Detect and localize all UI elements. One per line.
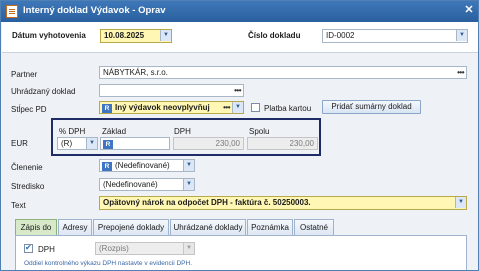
tab-poznamka[interactable]: Poznámka [247,219,293,235]
base-r-badge: R [103,140,113,149]
column-dropdown-icon[interactable]: ▼ [232,102,243,113]
r-badge: R [102,104,112,113]
paid-doc-label: Uhrádzaný doklad [11,87,76,96]
tab-adresy[interactable]: Adresy [58,219,92,235]
tab-pane-zapis-do: DPH (Rozpis) ▼ Oddiel kontrolného výkazu… [15,235,467,270]
division-r-badge: R [102,162,112,171]
vat-amount-header: DPH [174,127,191,136]
docnum-label: Číslo dokladu [248,31,301,40]
center-value: (Nedefinované) [103,180,158,189]
docnum-dropdown-icon[interactable]: ▼ [456,30,467,41]
partner-label: Partner [11,70,38,79]
paid-doc-browse-icon[interactable]: ••• [234,85,241,96]
column-value: Iný výdavok neovplyvňuj [115,103,210,112]
document-icon [6,5,18,18]
paid-doc-field[interactable]: ••• [99,84,244,97]
date-field[interactable]: 10.08.2025 ▼ [100,29,172,43]
dph-note: Oddiel kontrolného výkazu DPH nastavte v… [24,260,192,267]
base-header: Základ [102,127,127,136]
window-title: Interný doklad Výdavok - Oprav [23,5,166,16]
partner-value: NÁBYTKÁR, s.r.o. [103,68,168,77]
division-dropdown-icon[interactable]: ▼ [183,160,194,171]
header-panel: Dátum vyhotovenia 10.08.2025 ▼ Číslo dok… [2,22,478,53]
vat-rate-select[interactable]: (R) ▼ [57,137,98,150]
column-field[interactable]: R Iný výdavok neovplyvňuj ••• ▼ [99,101,244,114]
dialog-window: Interný doklad Výdavok - Oprav ✕ Dátum v… [0,0,479,271]
partner-field[interactable]: NÁBYTKÁR, s.r.o. ••• [99,66,467,79]
vat-rate-header: % DPH [59,127,86,136]
tab-uhradzane-doklady[interactable]: Uhrádzané doklady [170,219,246,235]
docnum-field[interactable]: ID-0002 ▼ [322,29,468,43]
division-select[interactable]: R (Nedefinované) ▼ [99,159,195,172]
center-dropdown-icon[interactable]: ▼ [183,179,194,190]
text-dropdown-icon[interactable]: ▼ [455,197,466,208]
dph-label: DPH [38,245,55,254]
vat-rate-dropdown-icon[interactable]: ▼ [86,138,97,149]
vat-amount-field: 230,00 [173,137,244,150]
calendar-dropdown-icon[interactable]: ▼ [160,30,171,41]
total-header: Spolu [249,127,270,136]
dph-select[interactable]: (Rozpis) ▼ [95,242,195,255]
date-value: 10.08.2025 [104,31,145,40]
total-field: 230,00 [247,137,318,150]
tab-prepojene-doklady[interactable]: Prepojené doklady [93,219,169,235]
text-field[interactable]: Opätovný nárok na odpočet DPH - faktúra … [99,196,467,210]
text-value: Opätovný nárok na odpočet DPH - faktúra … [103,198,311,207]
division-label: Členenie [11,163,43,172]
date-label: Dátum vyhotovenia [12,31,86,40]
close-button[interactable]: ✕ [461,3,477,18]
currency-label: EUR [11,139,28,148]
add-summary-button[interactable]: Pridať sumárny doklad [322,100,421,114]
column-label: Stĺpec PD [11,105,47,114]
division-value: (Nedefinované) [115,161,170,170]
card-checkbox[interactable] [251,103,260,112]
center-select[interactable]: (Nedefinované) ▼ [99,178,195,191]
vat-highlight-box: % DPH (R) ▼ Základ R DPH 230,00 Spolu 23… [51,118,321,156]
center-label: Stredisko [11,182,45,191]
base-field[interactable]: R [100,137,170,150]
tab-ostatne[interactable]: Ostatné [294,219,334,235]
dph-select-value: (Rozpis) [99,244,129,253]
text-label: Text [11,201,26,210]
vat-rate-value: (R) [61,139,73,148]
tab-zapis-do[interactable]: Zápis do [15,219,57,235]
dph-checkbox[interactable] [24,243,33,253]
card-label: Platba kartou [264,104,312,113]
partner-browse-icon[interactable]: ••• [457,67,464,78]
docnum-value: ID-0002 [326,31,355,40]
dph-dropdown-icon[interactable]: ▼ [183,243,194,254]
title-bar[interactable]: Interný doklad Výdavok - Oprav ✕ [1,1,478,22]
column-browse-icon[interactable]: ••• [223,102,230,113]
